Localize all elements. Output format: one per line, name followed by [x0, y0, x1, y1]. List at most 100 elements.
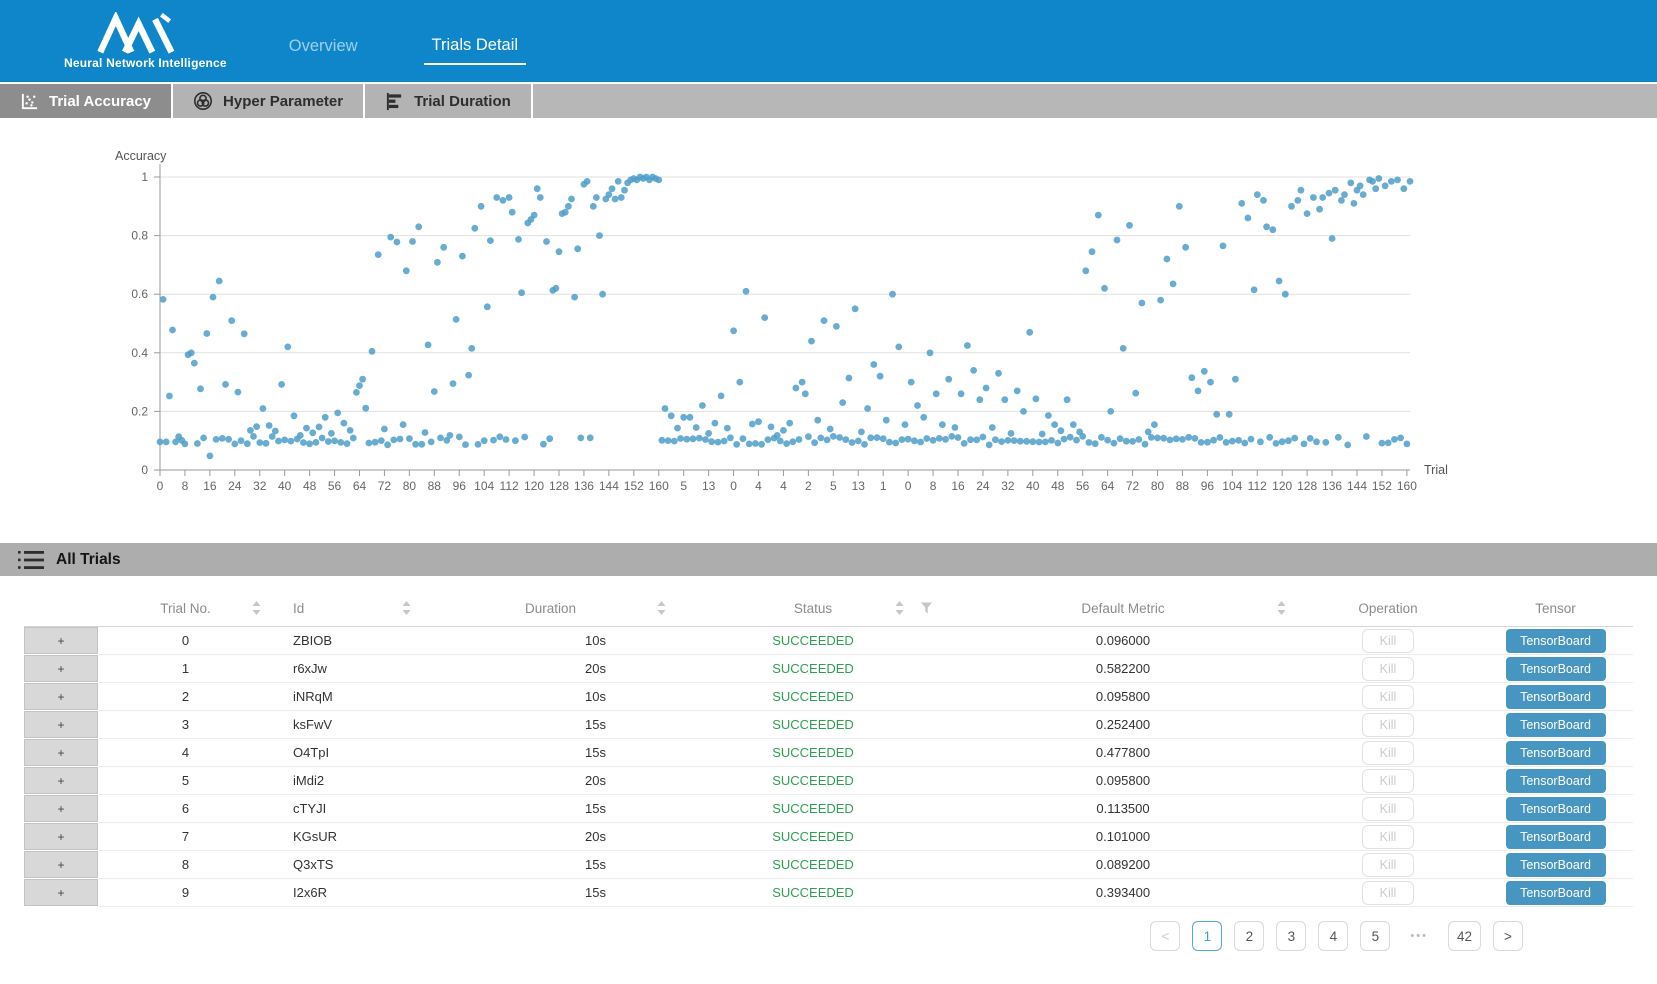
svg-text:0: 0 [157, 479, 164, 493]
svg-text:16: 16 [951, 479, 965, 493]
expand-row-button[interactable]: + [24, 655, 98, 682]
tensorboard-button[interactable]: TensorBoard [1506, 657, 1606, 681]
expand-row-button[interactable]: + [24, 795, 98, 822]
svg-text:120: 120 [524, 479, 544, 493]
svg-text:0: 0 [141, 463, 148, 477]
pagination-page-42[interactable]: 42 [1448, 921, 1481, 951]
nav-tab-trials-detail[interactable]: Trials Detail [424, 32, 527, 65]
expand-row-button[interactable]: + [24, 767, 98, 794]
expand-row-button[interactable]: + [24, 879, 98, 906]
sort-icon[interactable] [1277, 601, 1286, 615]
svg-text:136: 136 [574, 479, 594, 493]
tensorboard-button[interactable]: TensorBoard [1506, 741, 1606, 765]
expand-row-button[interactable]: + [24, 851, 98, 878]
svg-text:Accuracy: Accuracy [115, 149, 167, 163]
svg-text:88: 88 [428, 479, 442, 493]
svg-text:160: 160 [1397, 479, 1417, 493]
pagination-page-5[interactable]: 5 [1360, 921, 1390, 951]
svg-text:136: 136 [1322, 479, 1342, 493]
tensorboard-button[interactable]: TensorBoard [1506, 853, 1606, 877]
tab-label: Hyper Parameter [223, 93, 343, 110]
svg-text:2: 2 [805, 479, 812, 493]
svg-text:144: 144 [1347, 479, 1367, 493]
expand-row-button[interactable]: + [24, 711, 98, 738]
column-header-trial-no[interactable]: Trial No. [98, 590, 273, 627]
svg-text:0.8: 0.8 [131, 229, 148, 243]
trial-no-cell: 8 [98, 851, 273, 879]
pagination-page-4[interactable]: 4 [1318, 921, 1348, 951]
svg-text:160: 160 [649, 479, 669, 493]
trial-id-cell: iNRqM [273, 683, 423, 711]
pagination-page-3[interactable]: 3 [1276, 921, 1306, 951]
kill-button: Kill [1362, 797, 1415, 821]
tensorboard-button[interactable]: TensorBoard [1506, 713, 1606, 737]
sort-icon[interactable] [657, 601, 666, 615]
duration-cell: 15s [423, 851, 678, 879]
status-cell: SUCCEEDED [678, 655, 948, 683]
sort-icon[interactable] [895, 601, 904, 615]
expand-row-button[interactable]: + [24, 823, 98, 850]
svg-text:152: 152 [1372, 479, 1392, 493]
trial-id-cell: cTYJI [273, 795, 423, 823]
venn-icon [193, 91, 213, 111]
tensorboard-button[interactable]: TensorBoard [1506, 629, 1606, 653]
svg-text:56: 56 [1076, 479, 1090, 493]
column-header-operation: Operation [1298, 590, 1478, 627]
tab-trial-duration[interactable]: Trial Duration [365, 84, 533, 118]
tensorboard-button[interactable]: TensorBoard [1506, 881, 1606, 905]
nni-logo [93, 12, 197, 54]
svg-text:0: 0 [730, 479, 737, 493]
svg-text:48: 48 [303, 479, 317, 493]
sort-icon[interactable] [252, 601, 261, 615]
kill-button: Kill [1362, 741, 1415, 765]
default-metric-cell: 0.252400 [948, 711, 1298, 739]
default-metric-cell: 0.095800 [948, 767, 1298, 795]
expand-row-button[interactable]: + [24, 627, 98, 654]
trial-no-cell: 0 [98, 627, 273, 655]
trial-no-cell: 1 [98, 655, 273, 683]
tensorboard-button[interactable]: TensorBoard [1506, 685, 1606, 709]
column-header-default-metric[interactable]: Default Metric [948, 590, 1298, 627]
filter-icon[interactable] [921, 603, 932, 614]
kill-button: Kill [1362, 629, 1415, 653]
expand-row-button[interactable]: + [24, 683, 98, 710]
brand-subtitle: Neural Network Intelligence [64, 56, 227, 70]
trial-accuracy-panel: 00.20.40.60.8108162432404856647280889610… [0, 118, 1657, 505]
svg-text:48: 48 [1051, 479, 1065, 493]
nav-tab-overview[interactable]: Overview [281, 33, 366, 64]
duration-cell: 15s [423, 739, 678, 767]
duration-cell: 20s [423, 823, 678, 851]
svg-text:40: 40 [278, 479, 292, 493]
column-header-duration[interactable]: Duration [423, 590, 678, 627]
status-cell: SUCCEEDED [678, 767, 948, 795]
all-trials-header: All Trials [0, 543, 1657, 576]
tab-trial-accuracy[interactable]: Trial Accuracy [0, 84, 173, 118]
pagination-ellipsis[interactable]: ••• [1402, 921, 1436, 951]
column-header-expand [24, 590, 98, 627]
pagination-page-2[interactable]: 2 [1234, 921, 1264, 951]
svg-text:13: 13 [852, 479, 866, 493]
duration-cell: 15s [423, 711, 678, 739]
tensorboard-button[interactable]: TensorBoard [1506, 825, 1606, 849]
pagination-next[interactable]: > [1493, 921, 1523, 951]
svg-text:88: 88 [1176, 479, 1190, 493]
expand-row-button[interactable]: + [24, 739, 98, 766]
tab-label: Trial Accuracy [49, 93, 151, 110]
default-metric-cell: 0.582200 [948, 655, 1298, 683]
trial-no-cell: 5 [98, 767, 273, 795]
column-header-id[interactable]: Id [273, 590, 423, 627]
column-header-status[interactable]: Status [678, 590, 948, 627]
status-cell: SUCCEEDED [678, 795, 948, 823]
sort-icon[interactable] [402, 601, 411, 615]
tab-hyper-parameter[interactable]: Hyper Parameter [173, 84, 365, 118]
trials-table-body: + 0 ZBIOB 10s SUCCEEDED 0.096000 Kill Te… [24, 627, 1633, 907]
default-metric-cell: 0.095800 [948, 683, 1298, 711]
status-cell: SUCCEEDED [678, 739, 948, 767]
svg-text:80: 80 [403, 479, 417, 493]
duration-cell: 10s [423, 683, 678, 711]
tensorboard-button[interactable]: TensorBoard [1506, 769, 1606, 793]
status-cell: SUCCEEDED [678, 879, 948, 907]
pagination-page-1[interactable]: 1 [1192, 921, 1222, 951]
tensorboard-button[interactable]: TensorBoard [1506, 797, 1606, 821]
trial-no-cell: 7 [98, 823, 273, 851]
